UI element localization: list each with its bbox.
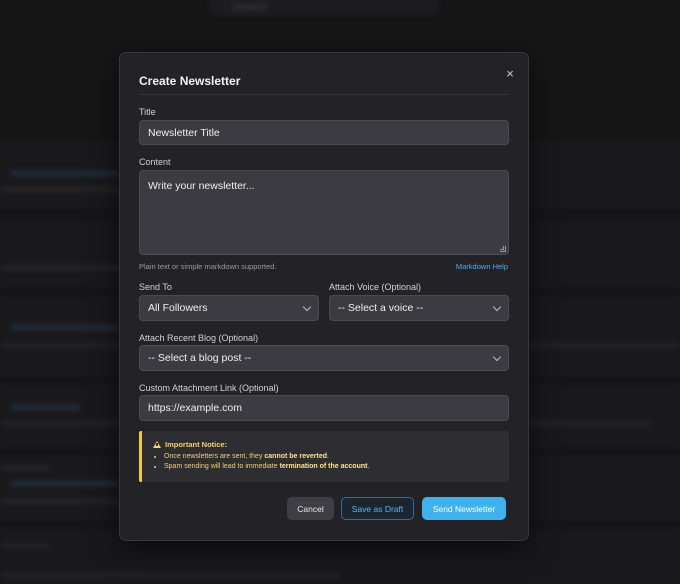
cancel-button[interactable]: Cancel	[287, 497, 334, 520]
send-to-label: Send To	[139, 282, 172, 292]
title-input[interactable]: Newsletter Title	[139, 120, 509, 145]
attach-blog-label: Attach Recent Blog (Optional)	[139, 333, 259, 343]
custom-link-label: Custom Attachment Link (Optional)	[139, 383, 279, 393]
notice-title: Important Notice:	[153, 440, 227, 449]
warning-icon	[153, 441, 161, 448]
notice-title-text: Important Notice:	[165, 440, 228, 449]
close-icon[interactable]: ×	[502, 66, 518, 82]
attach-voice-value: -- Select a voice --	[338, 302, 424, 314]
custom-link-input[interactable]: https://example.com	[139, 395, 509, 421]
custom-link-placeholder: https://example.com	[148, 402, 242, 414]
notice-item: Once newsletters are sent, they cannot b…	[164, 452, 369, 462]
chevron-down-icon	[492, 302, 502, 311]
content-textarea[interactable]: Write your newsletter...	[139, 170, 509, 255]
create-newsletter-dialog: Create Newsletter × Title Newsletter Tit…	[119, 52, 529, 541]
content-label: Content	[139, 157, 171, 167]
attach-voice-select[interactable]: -- Select a voice --	[329, 295, 509, 321]
send-to-value: All Followers	[148, 302, 208, 314]
title-placeholder: Newsletter Title	[148, 126, 220, 139]
attach-blog-select[interactable]: -- Select a blog post --	[139, 345, 509, 371]
attach-blog-value: -- Select a blog post --	[148, 352, 252, 364]
content-hint: Plain text or simple markdown supported.	[139, 262, 277, 271]
markdown-help-link[interactable]: Markdown Help	[456, 262, 508, 271]
chevron-down-icon	[492, 352, 502, 361]
save-draft-button[interactable]: Save as Draft	[341, 497, 414, 520]
title-label: Title	[139, 107, 156, 117]
resize-handle-icon[interactable]	[500, 246, 506, 252]
important-notice: Important Notice: Once newsletters are s…	[139, 431, 509, 482]
send-to-select[interactable]: All Followers	[139, 295, 319, 321]
notice-list: Once newsletters are sent, they cannot b…	[164, 452, 369, 472]
notice-item: Spam sending will lead to immediate term…	[164, 462, 369, 472]
attach-voice-label: Attach Voice (Optional)	[329, 282, 422, 292]
divider	[139, 94, 509, 95]
content-placeholder: Write your newsletter...	[148, 180, 255, 192]
chevron-down-icon	[302, 302, 312, 311]
send-newsletter-button[interactable]: Send Newsletter	[422, 497, 506, 520]
dialog-title: Create Newsletter	[139, 74, 241, 88]
